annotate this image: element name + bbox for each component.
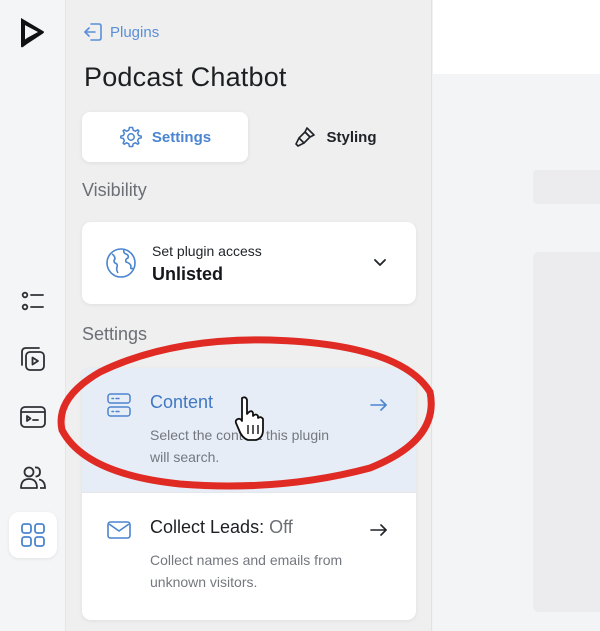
workspace-topbar <box>433 0 600 74</box>
settings-section-label: Settings <box>82 324 148 344</box>
rail-item-videos[interactable] <box>9 336 57 382</box>
back-to-plugins-link[interactable]: Plugins <box>82 21 159 43</box>
access-kicker: Set plugin access <box>152 243 262 259</box>
list-icon <box>21 291 44 311</box>
plugin-settings-panel: Plugins Podcast Chatbot Settings Styling… <box>66 0 432 631</box>
collect-leads-status: Off <box>269 517 293 537</box>
rail-item-plugins[interactable] <box>9 512 57 558</box>
users-icon <box>20 466 46 489</box>
collect-leads-label: Collect Leads: <box>150 517 270 537</box>
video-library-icon <box>21 347 45 371</box>
access-value: Unlisted <box>152 264 224 284</box>
arrow-right-icon <box>370 399 387 411</box>
rail-item-player[interactable] <box>9 394 57 440</box>
chevron-down-icon <box>374 259 386 266</box>
plugins-grid-icon <box>21 523 45 547</box>
play-triangle-logo[interactable] <box>14 14 50 50</box>
player-icon <box>20 406 46 428</box>
globe-icon <box>106 248 136 278</box>
option-collect-leads[interactable]: Collect Leads: Off Collect names and ema… <box>82 493 416 617</box>
back-arrow-icon <box>84 23 102 41</box>
main-workspace <box>433 0 600 631</box>
option-collect-leads-description: Collect names and emails from unknown vi… <box>150 552 343 590</box>
option-content[interactable]: Content Select the content this plugin w… <box>82 368 416 492</box>
settings-options-list: Content Select the content this plugin w… <box>82 368 416 620</box>
option-content-description: Select the content this plugin will sear… <box>150 427 330 465</box>
rail-item-list[interactable] <box>9 278 57 324</box>
workspace-placeholder-panel <box>533 252 600 612</box>
rail-item-users[interactable] <box>9 454 57 500</box>
arrow-right-icon <box>370 524 387 536</box>
brush-icon <box>295 127 316 147</box>
option-collect-leads-title: Collect Leads: Off <box>150 517 293 538</box>
server-stack-icon <box>107 393 131 417</box>
visibility-section-label: Visibility <box>82 180 147 200</box>
tab-styling-label: Styling <box>326 128 377 146</box>
page-title: Podcast Chatbot <box>84 62 287 92</box>
envelope-icon <box>107 521 131 539</box>
gear-icon <box>119 126 142 148</box>
settings-tabs: Settings Styling <box>82 112 418 162</box>
option-content-title: Content <box>150 392 214 412</box>
workspace-placeholder-bar <box>533 170 600 204</box>
nav-rail <box>0 0 66 631</box>
plugin-access-select[interactable]: Set plugin access Unlisted <box>82 222 416 304</box>
tab-styling[interactable]: Styling <box>252 112 418 162</box>
tab-settings[interactable]: Settings <box>82 112 248 162</box>
back-link-label: Plugins <box>110 23 160 41</box>
tab-settings-label: Settings <box>151 128 212 146</box>
